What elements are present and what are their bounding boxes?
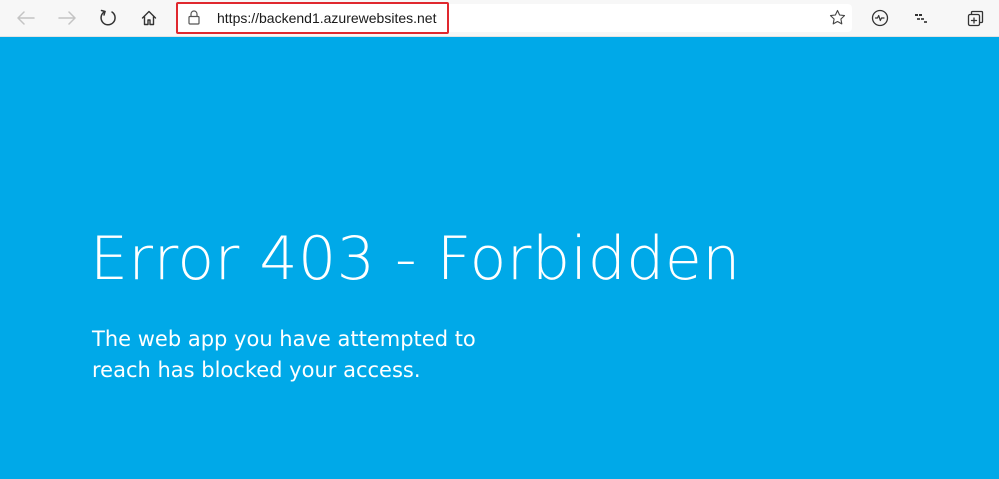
- arrow-left-icon: [17, 11, 35, 25]
- collections-button[interactable]: [960, 4, 990, 32]
- browser-essentials-button[interactable]: [865, 4, 895, 32]
- star-icon[interactable]: [829, 9, 846, 31]
- back-button[interactable]: [11, 4, 41, 32]
- home-icon: [141, 10, 157, 26]
- refresh-button[interactable]: [93, 4, 123, 32]
- error-message: The web app you have attempted to reach …: [92, 327, 476, 382]
- home-button[interactable]: [134, 4, 164, 32]
- address-bar[interactable]: https://backend1.azurewebsites.net: [178, 4, 852, 32]
- heartbeat-icon: [871, 9, 889, 27]
- url-text[interactable]: https://backend1.azurewebsites.net: [217, 4, 436, 32]
- translate-button[interactable]: [906, 4, 936, 32]
- forward-button[interactable]: [52, 4, 82, 32]
- translate-icon: [915, 14, 927, 23]
- refresh-icon: [100, 9, 116, 26]
- page-content: Error 403 - Forbidden The web app you ha…: [0, 37, 999, 479]
- error-title: Error 403 - Forbidden: [90, 224, 741, 294]
- lock-icon[interactable]: [188, 10, 200, 30]
- collections-icon: [967, 10, 983, 26]
- arrow-right-icon: [58, 11, 76, 25]
- browser-toolbar: https://backend1.azurewebsites.net: [0, 0, 999, 37]
